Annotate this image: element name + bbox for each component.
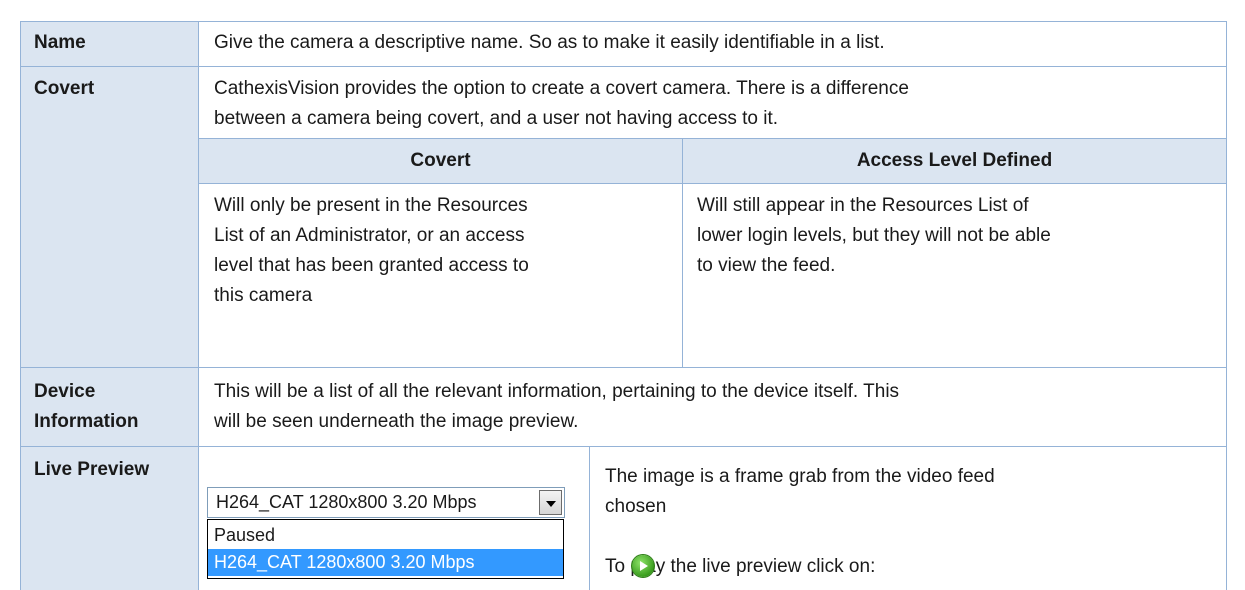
grid-line [199,138,1226,139]
grid-line [20,66,1226,67]
camera-properties-table: Name Give the camera a descriptive name.… [0,0,1245,590]
name-description: Give the camera a descriptive name. So a… [214,32,885,53]
stream-options-list: Paused H264_CAT 1280x800 3.20 Mbps [207,519,564,579]
covert-col-line-1: Will only be present in the Resources [214,195,528,216]
subtable-header-covert: Covert [410,150,471,171]
live-preview-description-line-1: The image is a frame grab from the video… [605,466,995,487]
live-preview-label: Live Preview [34,459,150,480]
device-info-label-line-1: Device [34,381,96,402]
device-info-label-line-2: Information [34,411,139,432]
grid-line [20,367,1226,368]
covert-col-line-4: this camera [214,285,313,306]
grid-line [1226,21,1227,590]
grid-line [199,183,1226,184]
covert-description-line-1: CathexisVision provides the option to cr… [214,78,909,99]
covert-label-cell [20,67,198,367]
covert-col-line-2: List of an Administrator, or an access [214,225,525,246]
access-col-line-2: lower login levels, but they will not be… [697,225,1051,246]
stream-select-value: H264_CAT 1280x800 3.20 Mbps [216,492,477,512]
access-col-line-3: to view the feed. [697,255,836,276]
grid-line [198,21,199,590]
covert-label: Covert [34,78,95,99]
name-label: Name [34,32,86,53]
stream-select-dropdown[interactable]: H264_CAT 1280x800 3.20 Mbps [207,487,565,518]
stream-option-h264[interactable]: H264_CAT 1280x800 3.20 Mbps [208,549,563,576]
device-info-description-line-2: will be seen underneath the image previe… [214,411,579,432]
grid-line [20,21,21,590]
grid-line [20,21,1226,22]
access-col-line-1: Will still appear in the Resources List … [697,195,1029,216]
stream-option-paused[interactable]: Paused [208,522,563,549]
covert-col-line-3: level that has been granted access to [214,255,529,276]
chevron-down-icon[interactable] [539,490,562,515]
covert-description-line-2: between a camera being covert, and a use… [214,108,778,129]
device-info-description-line-1: This will be a list of all the relevant … [214,381,900,402]
grid-line [589,446,590,590]
live-preview-description-line-2: chosen [605,496,667,517]
play-icon[interactable] [632,555,654,577]
grid-line [20,446,1226,447]
subtable-header-access-level: Access Level Defined [856,150,1053,171]
